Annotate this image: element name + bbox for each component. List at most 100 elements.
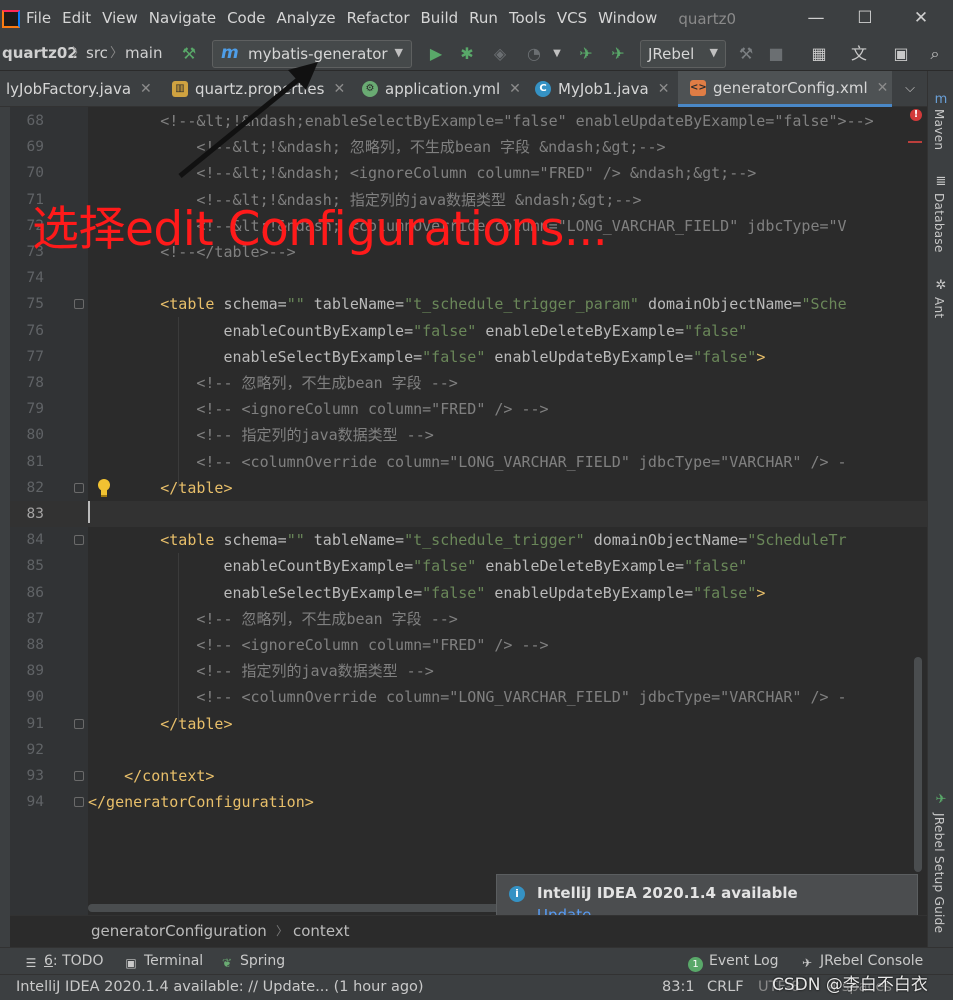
nav-crumb-src[interactable]: src bbox=[86, 37, 108, 70]
code-text: </generatorConfiguration> bbox=[88, 793, 314, 812]
menu-edit[interactable]: Edit bbox=[62, 0, 99, 37]
line-number: 83 bbox=[26, 506, 44, 522]
vertical-scrollbar[interactable] bbox=[914, 657, 922, 872]
close-icon[interactable]: ✕ bbox=[509, 81, 521, 97]
code-line[interactable]: 89 <!-- 指定列的java数据类型 --> bbox=[10, 658, 927, 684]
text-caret bbox=[88, 501, 90, 523]
fold-marker-icon[interactable] bbox=[74, 299, 84, 310]
database-tool-button[interactable]: Database bbox=[932, 193, 946, 253]
code-line[interactable]: 76 enableCountByExample="false" enableDe… bbox=[10, 318, 927, 344]
code-line[interactable]: 94 </generatorConfiguration> bbox=[10, 789, 927, 815]
minimize-button[interactable]: — bbox=[793, 0, 839, 37]
code-line[interactable]: 83 bbox=[10, 501, 927, 528]
line-number: 92 bbox=[26, 741, 44, 758]
project-structure-icon[interactable]: ▦ bbox=[808, 43, 830, 65]
code-line[interactable]: 77 enableSelectByExample="false" enableU… bbox=[10, 344, 927, 370]
debug-bug-icon[interactable]: ✱ bbox=[456, 43, 478, 65]
translate-icon[interactable]: 文 bbox=[848, 43, 870, 65]
code-line[interactable]: 86 enableSelectByExample="false" enableU… bbox=[10, 580, 927, 606]
line-separator[interactable]: CRLF bbox=[707, 975, 744, 1000]
spring-tool-button[interactable]: ❦ Spring bbox=[220, 948, 285, 975]
menu-code[interactable]: Code bbox=[227, 0, 273, 37]
line-number: 82 bbox=[26, 479, 44, 496]
search-everywhere-icon[interactable]: ⌕ bbox=[924, 43, 946, 65]
menu-run[interactable]: Run bbox=[469, 0, 506, 37]
event-log-tool-button[interactable]: 1 Event Log bbox=[688, 948, 779, 975]
code-line[interactable]: 69 <!--&lt;!&ndash; 忽略列，不生成bean 字段 &ndas… bbox=[10, 134, 927, 160]
close-icon[interactable]: ✕ bbox=[658, 81, 670, 97]
code-line[interactable]: 92 bbox=[10, 737, 927, 763]
line-number: 78 bbox=[26, 375, 44, 391]
annotation-arrow bbox=[178, 62, 318, 178]
lightbulb-icon[interactable] bbox=[96, 478, 112, 498]
tab-lyjobfactory[interactable]: lyJobFactory.java ✕ bbox=[0, 71, 165, 107]
maximize-button[interactable]: ☐ bbox=[842, 0, 888, 37]
tab-application-yml[interactable]: ⚙ application.yml ✕ bbox=[362, 71, 527, 107]
code-line[interactable]: 80 <!-- 指定列的java数据类型 --> bbox=[10, 422, 927, 448]
jrebel-run-icon[interactable]: ✈ bbox=[575, 43, 597, 65]
code-line[interactable]: 87 <!-- 忽略列，不生成bean 字段 --> bbox=[10, 606, 927, 632]
code-line[interactable]: 75 <table schema="" tableName="t_schedul… bbox=[10, 291, 927, 317]
chevron-down-icon[interactable]: ⌵ bbox=[897, 71, 923, 107]
todo-tool-button[interactable]: ☰ 6: TODO bbox=[24, 948, 104, 975]
code-line[interactable]: 74 bbox=[10, 265, 927, 291]
code-line[interactable]: 70 <!--&lt;!&ndash; <ignoreColumn column… bbox=[10, 160, 927, 186]
menu-refactor[interactable]: Refactor bbox=[347, 0, 418, 37]
java-class-icon: C bbox=[535, 81, 551, 97]
build-project-icon[interactable]: ⚒ bbox=[735, 43, 757, 65]
code-line[interactable]: 68 <!--&lt;!&ndash;enableSelectByExample… bbox=[10, 108, 927, 134]
error-stripe-mark[interactable] bbox=[908, 141, 922, 143]
terminal-window-icon[interactable]: ▣ bbox=[890, 43, 912, 65]
menu-tools[interactable]: Tools bbox=[509, 0, 554, 37]
maven-tool-button[interactable]: Maven bbox=[932, 109, 946, 150]
close-icon[interactable]: ✕ bbox=[877, 80, 889, 96]
chevron-right-icon: 〉 bbox=[110, 46, 124, 61]
code-line[interactable]: 85 enableCountByExample="false" enableDe… bbox=[10, 553, 927, 579]
run-icon[interactable]: ▶ bbox=[425, 43, 447, 65]
tab-myjob1[interactable]: C MyJob1.java ✕ bbox=[535, 71, 675, 107]
menu-analyze[interactable]: Analyze bbox=[276, 0, 343, 37]
breadcrumb-generatorconfiguration[interactable]: generatorConfiguration bbox=[91, 916, 267, 947]
jrebel-setup-guide-button[interactable]: JRebel Setup Guide bbox=[932, 813, 946, 933]
terminal-tool-button[interactable]: ▣ Terminal bbox=[124, 948, 203, 975]
chevron-down-icon[interactable]: ▼ bbox=[546, 43, 568, 65]
code-line[interactable]: 88 <!-- <ignoreColumn column="FRED" /> -… bbox=[10, 632, 927, 658]
close-window-button[interactable]: ✕ bbox=[898, 0, 944, 37]
coverage-icon[interactable]: ◈ bbox=[489, 43, 511, 65]
menu-window[interactable]: Window bbox=[598, 0, 665, 37]
code-line[interactable]: 79 <!-- <ignoreColumn column="FRED" /> -… bbox=[10, 396, 927, 422]
chevron-right-icon: 〉 bbox=[72, 46, 86, 61]
profile-icon[interactable]: ◔ bbox=[523, 43, 545, 65]
menu-build[interactable]: Build bbox=[421, 0, 467, 37]
fold-marker-icon[interactable] bbox=[74, 718, 84, 729]
fold-marker-icon[interactable] bbox=[74, 771, 84, 781]
menu-view[interactable]: View bbox=[102, 0, 146, 37]
fold-marker-icon[interactable] bbox=[74, 535, 84, 546]
breadcrumb-context[interactable]: context bbox=[293, 916, 350, 947]
code-line[interactable]: 82 </table> bbox=[10, 475, 927, 501]
watermark-text: CSDN @李白不白衣 bbox=[772, 975, 928, 995]
code-line[interactable]: 90 <!-- <columnOverride column="LONG_VAR… bbox=[10, 684, 927, 710]
menu-navigate[interactable]: Navigate bbox=[149, 0, 224, 37]
code-line[interactable]: 78 <!-- 忽略列，不生成bean 字段 --> bbox=[10, 370, 927, 396]
horizontal-scrollbar[interactable] bbox=[88, 904, 508, 912]
nav-crumb-project[interactable]: quartz02 bbox=[2, 37, 78, 70]
stop-icon[interactable]: ■ bbox=[765, 43, 787, 65]
menu-vcs[interactable]: VCS bbox=[557, 0, 595, 37]
status-message[interactable]: IntelliJ IDEA 2020.1.4 available: // Upd… bbox=[16, 975, 424, 1000]
line-number: 75 bbox=[26, 296, 44, 313]
code-line[interactable]: 91 </table> bbox=[10, 711, 927, 737]
line-number: 69 bbox=[26, 139, 44, 156]
tab-generatorconfig-xml[interactable]: <> generatorConfig.xml ✕ bbox=[678, 71, 892, 107]
jrebel-debug-icon[interactable]: ✈ bbox=[607, 43, 629, 65]
caret-position[interactable]: 83:1 bbox=[662, 975, 695, 1000]
jrebel-configuration-select[interactable]: JRebel ▼ bbox=[640, 40, 726, 68]
fold-marker-icon[interactable] bbox=[74, 482, 84, 493]
ant-tool-button[interactable]: Ant bbox=[932, 297, 946, 318]
fold-marker-icon[interactable] bbox=[74, 797, 84, 808]
code-line[interactable]: 93 </context> bbox=[10, 763, 927, 789]
code-line[interactable]: 84 <table schema="" tableName="t_schedul… bbox=[10, 527, 927, 553]
menu-file[interactable]: File bbox=[26, 0, 59, 37]
error-icon[interactable]: ! bbox=[910, 109, 922, 121]
code-line[interactable]: 81 <!-- <columnOverride column="LONG_VAR… bbox=[10, 449, 927, 475]
